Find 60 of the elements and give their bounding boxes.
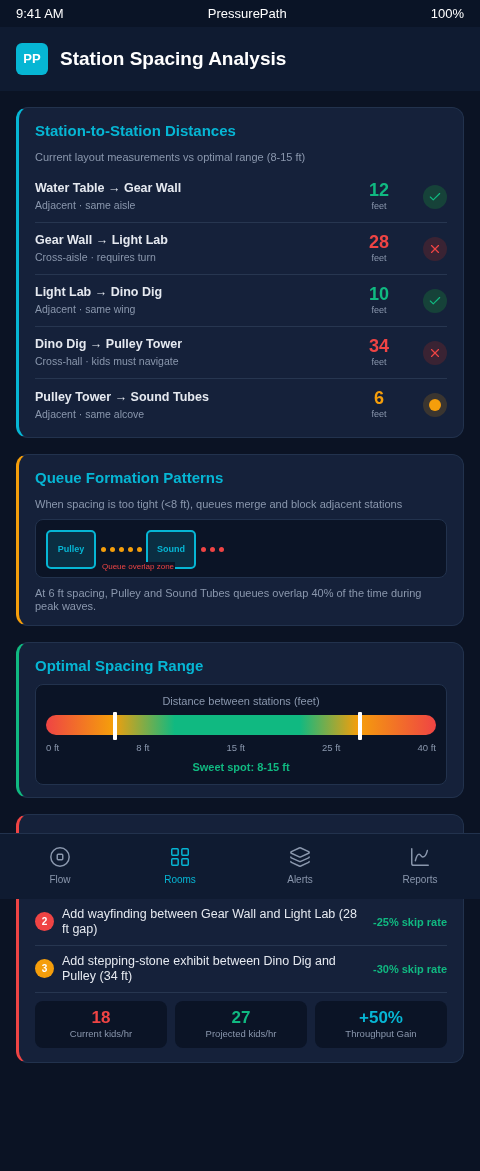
app-logo: PP [16,43,48,75]
card-subtitle: When spacing is too tight (<8 ft), queues merge and block adjacent stations [35,496,404,512]
card-title: Optimal Spacing Range [35,656,205,676]
route-name: Light Lab → Dino Dig [35,284,164,302]
route-name: Pulley Tower → Sound Tubes [35,388,210,406]
nav-tab[interactable]: Rooms [120,834,240,899]
route-detail: Adjacent · same wing [35,302,137,317]
layers-icon [289,846,311,868]
battery-level: 100% [430,4,464,23]
distance-unit: feet [371,251,387,265]
queue-note: At 6 ft spacing, Pulley and Sound Tubes queues overlap 40% of the time during peak waves. [35,587,423,613]
nav-tab[interactable]: Flow [0,834,120,899]
recommendation-text: Add stepping-stone exhibit between Dino Dig and Pulley (34 ft) [62,953,337,984]
overlap-label: Queue overlap zone [101,562,176,572]
range-tick-label: 15 ft [226,741,245,755]
card-subtitle: Current layout measurements vs optimal range (8-15 ft) [35,149,307,165]
distance-unit: feet [371,355,387,369]
nav-tab[interactable]: Reports [360,834,480,899]
distance-value: 10 [369,283,389,304]
route-name: Gear Wall → Light Lab [35,232,169,250]
card-title: Queue Formation Patterns [35,468,225,488]
distance-value: 28 [369,231,389,252]
stat-label: Current kids/hr [69,1026,133,1041]
distance-unit: feet [371,303,387,317]
route-detail: Cross-hall · kids must navigate [35,354,180,369]
card-title: Station-to-Station Distances [35,121,237,141]
stat-value: 18 [91,1007,111,1027]
recommendation-effect: -30% skip rate [373,961,447,977]
route-name: Dino Dig → Pulley Tower [35,336,183,354]
distance-value: 34 [369,335,389,356]
nav-tab[interactable]: Alerts [240,834,360,899]
range-tick-label: 8 ft [136,741,150,755]
sweet-spot-label: Sweet spot: 8-15 ft [192,760,290,776]
grid-icon [169,846,191,868]
route-detail: Adjacent · same aisle [35,198,137,213]
route-detail: Adjacent · same alcove [35,406,146,422]
step-number: 2 [35,912,54,932]
stop-circle-icon [49,846,71,868]
route-name: Water Table → Gear Wall [35,180,183,198]
range-tick-label: 0 ft [46,741,60,755]
distance-value: 6 [374,388,384,409]
recommendation-text: Add wayfinding between Gear Wall and Light Lab (28 ft gap) [62,906,358,937]
station-box: Pulley [46,530,96,569]
route-detail: Cross-aisle · requires turn [35,250,157,265]
range-caption: Distance between stations (feet) [162,693,320,709]
distance-unit: feet [371,408,387,422]
step-number: 3 [35,959,54,979]
distance-unit: feet [371,199,387,213]
line-chart-icon [409,846,431,868]
status-app-name: PressurePath [207,4,287,23]
recommendation-effect: -25% skip rate [373,914,447,930]
page-title: Station Spacing Analysis [60,46,287,71]
stat-value: 27 [231,1007,251,1027]
stat-value: +50% [359,1007,403,1027]
distance-value: 12 [369,179,389,200]
stat-label: Throughput Gain [345,1026,417,1041]
status-time: 9:41 AM [16,4,64,23]
range-tick-label: 25 ft [321,741,341,755]
range-tick-label: 40 ft [417,741,436,755]
stat-label: Projected kids/hr [205,1026,277,1041]
